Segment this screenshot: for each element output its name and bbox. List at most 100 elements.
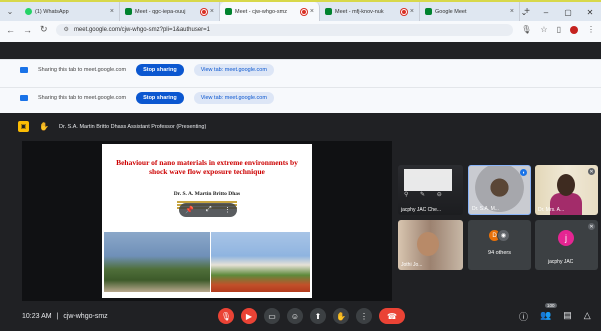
pin-icon[interactable]: 📌 xyxy=(185,206,194,214)
spacer xyxy=(0,79,601,87)
tab-title: Google Meet xyxy=(435,8,467,15)
emoji-button[interactable]: ☺ xyxy=(287,308,303,324)
tab-title: (1) WhatsApp xyxy=(35,8,69,15)
meeting-controls-bar: 10:23 AM | cjw-whgo-smz 🎙 ▶ ▭ ☺ ⬆ ✋ ⋮ ☎ … xyxy=(0,303,601,331)
close-tab-icon[interactable]: × xyxy=(210,8,214,15)
participant-name: jacphy JAC Che... xyxy=(401,207,442,213)
present-button[interactable]: ⬆ xyxy=(310,308,326,324)
activities-icon[interactable]: △ xyxy=(584,310,591,323)
participant-tile[interactable]: ◖ Dr. S.A. M... xyxy=(468,165,531,215)
tab-meet-2[interactable]: Meet - cjw-whgo-smz × xyxy=(220,2,320,21)
close-tab-icon[interactable]: × xyxy=(110,8,114,15)
url-text: meet.google.com/cjw-whgo-smz?pli=1&authu… xyxy=(73,26,211,33)
camera-off-button[interactable]: ▶ xyxy=(241,308,257,324)
view-tab-button[interactable]: View tab: meet.google.com xyxy=(193,91,274,104)
fit-icon[interactable]: ⤢ xyxy=(206,206,212,214)
participant-name: Dr. S.A. M... xyxy=(472,206,499,212)
back-icon[interactable]: ← xyxy=(6,25,15,35)
forward-icon[interactable]: → xyxy=(23,25,32,35)
stop-sharing-button[interactable]: Stop sharing xyxy=(136,63,184,76)
spacer xyxy=(0,38,601,42)
shared-slide: Behaviour of nano materials in extreme e… xyxy=(102,144,312,298)
avatar: ◉ xyxy=(497,229,510,242)
meet-favicon-icon xyxy=(425,8,432,15)
people-count-badge: 100 xyxy=(545,303,557,308)
minimize-icon[interactable]: – xyxy=(535,4,557,21)
slide-title: Behaviour of nano materials in extreme e… xyxy=(116,158,298,176)
present-icon[interactable]: ▣ xyxy=(18,121,29,132)
raise-hand-button[interactable]: ✋ xyxy=(333,308,349,324)
recording-indicator-icon xyxy=(400,8,407,15)
reload-icon[interactable]: ↻ xyxy=(40,24,48,35)
stop-sharing-button[interactable]: Stop sharing xyxy=(136,91,184,104)
shared-screen-thumbnail xyxy=(404,169,452,191)
presenting-bar: ▣ ✋ Dr. S.A. Martin Britto Dhass Assista… xyxy=(18,120,600,133)
more-options-icon[interactable]: ⋮ xyxy=(224,206,231,214)
menu-icon[interactable]: ⋮ xyxy=(587,25,595,34)
tile-controls: ⚲ ✎ ⊖ xyxy=(404,192,447,198)
campus-photo-left xyxy=(104,232,210,292)
recording-indicator-icon xyxy=(300,8,307,15)
leave-call-button[interactable]: ☎ xyxy=(379,308,405,324)
sharing-text: Sharing this tab to meet.google.com xyxy=(38,66,127,73)
people-icon[interactable]: 👥 xyxy=(540,310,551,323)
view-tab-button[interactable]: View tab: meet.google.com xyxy=(193,63,274,76)
others-count: 94 others xyxy=(488,250,511,256)
meet-favicon-icon xyxy=(325,8,332,15)
sharing-text: Sharing this tab to meet.google.com xyxy=(38,94,127,101)
chat-icon[interactable]: ▤ xyxy=(563,310,572,323)
browser-tab-bar: ⌄ (1) WhatsApp × Meet - qgc-iepa-ouuj × … xyxy=(0,0,601,21)
sharing-infobar: Sharing this tab to meet.google.com Stop… xyxy=(0,59,601,79)
others-tile[interactable]: D ◉ 94 others xyxy=(468,220,531,270)
participant-tile[interactable]: j ✕ jacphy JAC xyxy=(535,220,598,270)
screen-share-icon xyxy=(20,66,28,73)
meeting-code: cjw-whgo-smz xyxy=(63,313,108,320)
meet-favicon-icon xyxy=(125,8,132,15)
meeting-time: 10:23 AM xyxy=(22,313,52,320)
avatar: j xyxy=(558,230,574,246)
captions-button[interactable]: ▭ xyxy=(264,308,280,324)
recording-indicator-icon xyxy=(200,8,207,15)
close-tab-icon[interactable]: × xyxy=(310,8,314,15)
mic-off-button[interactable]: 🎙 xyxy=(218,308,234,324)
bookmark-star-icon[interactable]: ☆ xyxy=(540,25,547,34)
meeting-details-icon[interactable]: ⓘ xyxy=(519,310,528,323)
participant-name: Dr. Mrs. A... xyxy=(538,207,565,213)
participant-tile[interactable]: Jothi Jo... xyxy=(398,220,463,270)
dropdown-icon[interactable]: ⌄ xyxy=(513,4,535,21)
participant-video-face xyxy=(557,174,575,196)
site-info-icon[interactable]: ⚙ xyxy=(64,26,69,33)
window-controls: ⌄ – ▢ ✕ xyxy=(513,4,601,21)
tab-meet-1[interactable]: Meet - qgc-iepa-ouuj × xyxy=(120,2,220,21)
sharing-infobar: Sharing this tab to meet.google.com Stop… xyxy=(0,87,601,107)
pin-icon: ✋ xyxy=(39,122,49,131)
mic-off-icon: ✕ xyxy=(588,223,595,230)
participant-tile[interactable]: ⚲ ✎ ⊖ jacphy JAC Che... xyxy=(398,165,463,215)
tab-whatsapp[interactable]: (1) WhatsApp × xyxy=(20,2,120,21)
whatsapp-favicon-icon xyxy=(25,8,32,15)
presentation-stage[interactable]: Behaviour of nano materials in extreme e… xyxy=(22,141,392,301)
meeting-info: 10:23 AM | cjw-whgo-smz xyxy=(22,313,108,320)
close-tab-icon[interactable]: × xyxy=(410,8,414,15)
profile-avatar[interactable] xyxy=(570,25,578,34)
close-window-icon[interactable]: ✕ xyxy=(579,4,601,21)
meet-window: ▣ ✋ Dr. S.A. Martin Britto Dhass Assista… xyxy=(0,113,601,331)
slide-author: Dr. S. A. Martin Britto Dhas xyxy=(173,191,241,197)
tab-title: Meet - cjw-whgo-smz xyxy=(235,8,287,15)
participant-tile[interactable]: ✕ Dr. Mrs. A... xyxy=(535,165,598,215)
tab-search-icon[interactable]: ⌄ xyxy=(0,2,20,21)
more-options-button[interactable]: ⋮ xyxy=(356,308,372,324)
presenting-text: Dr. S.A. Martin Britto Dhass Assistant P… xyxy=(58,123,207,130)
screen-share-icon xyxy=(20,94,28,101)
tab-google-meet[interactable]: Google Meet × xyxy=(420,2,520,21)
speaking-icon: ◖ xyxy=(520,169,527,176)
participant-name: jacphy JAC xyxy=(548,259,574,265)
tab-meet-3[interactable]: Meet - mfj-knov-nuk × xyxy=(320,2,420,21)
maximize-icon[interactable]: ▢ xyxy=(557,4,579,21)
microphone-icon[interactable]: 🎙 xyxy=(521,25,531,34)
tile-overlay-controls[interactable]: 📌 ⤢ ⋮ xyxy=(179,203,237,217)
sidepanel-icon[interactable]: ▯ xyxy=(557,25,561,34)
meet-favicon-icon xyxy=(225,8,232,15)
participant-video xyxy=(417,232,439,256)
address-bar[interactable]: ⚙ meet.google.com/cjw-whgo-smz?pli=1&aut… xyxy=(55,23,514,36)
